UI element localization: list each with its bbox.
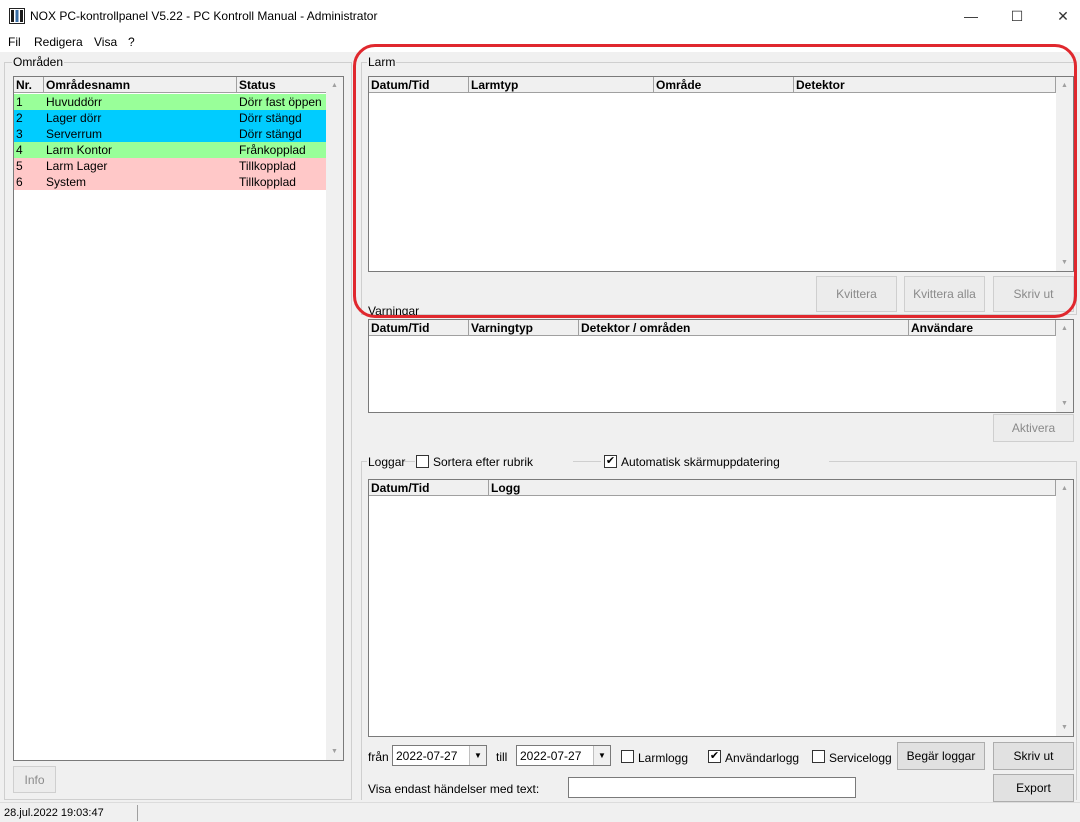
column-header-datetime[interactable]: Datum/Tid <box>369 480 489 496</box>
request-logs-button[interactable]: Begär loggar <box>897 742 985 770</box>
status-bar: 28.jul.2022 19:03:47 <box>0 802 1080 822</box>
column-header-detector-areas[interactable]: Detektor / områden <box>579 320 909 336</box>
logs-group-label: Loggar <box>368 455 406 469</box>
areas-table-header: Nr. Områdesnamn Status <box>14 77 328 93</box>
dropdown-arrow-icon[interactable]: ▼ <box>469 746 486 765</box>
areas-group-label: Områden <box>12 55 65 69</box>
cell-area-name: System <box>46 175 87 189</box>
cell-area-name: Huvuddörr <box>46 95 103 109</box>
column-header-log[interactable]: Logg <box>489 480 1056 496</box>
info-button[interactable]: Info <box>13 766 56 793</box>
window-title: NOX PC-kontrollpanel V5.22 - PC Kontroll… <box>30 9 378 23</box>
close-button[interactable]: ✕ <box>1040 0 1080 32</box>
logs-table-header: Datum/Tid Logg <box>369 480 1056 496</box>
status-datetime: 28.jul.2022 19:03:47 <box>4 807 104 819</box>
service-log-label: Servicelogg <box>829 751 892 765</box>
export-button[interactable]: Export <box>993 774 1074 802</box>
scroll-up-icon[interactable]: ▲ <box>1056 480 1073 497</box>
user-log-label: Användarlogg <box>725 751 800 765</box>
dropdown-arrow-icon[interactable]: ▼ <box>593 746 610 765</box>
cell-nr: 4 <box>16 143 23 157</box>
cell-status: Dörr stängd <box>239 111 302 125</box>
cell-area-name: Lager dörr <box>46 111 102 125</box>
table-row[interactable]: 6 System Tillkopplad <box>14 174 328 190</box>
highlight-annotation <box>353 44 1077 318</box>
column-header-status[interactable]: Status <box>237 77 328 93</box>
scroll-up-icon[interactable]: ▲ <box>326 77 343 94</box>
cell-status: Tillkopplad <box>239 175 296 189</box>
cell-status: Dörr fast öppen <box>239 95 322 109</box>
to-label: till <box>496 750 508 764</box>
to-date-value: 2022-07-27 <box>520 749 582 763</box>
table-row[interactable]: 4 Larm Kontor Frånkopplad <box>14 142 328 158</box>
table-row[interactable]: 1 Huvuddörr Dörr fast öppen <box>14 94 328 110</box>
sort-by-header-label: Sortera efter rubrik <box>433 455 534 469</box>
from-label: från <box>368 750 389 764</box>
logs-border-seg <box>829 461 1077 462</box>
column-header-area-name[interactable]: Områdesnamn <box>44 77 237 93</box>
check-mark-icon: ✔ <box>605 455 616 467</box>
app-icon <box>9 8 25 24</box>
cell-nr: 1 <box>16 95 23 109</box>
table-row[interactable]: 2 Lager dörr Dörr stängd <box>14 110 328 126</box>
scroll-down-icon[interactable]: ▼ <box>326 743 343 760</box>
cell-status: Tillkopplad <box>239 159 296 173</box>
cell-area-name: Serverrum <box>46 127 103 141</box>
column-header-user[interactable]: Användare <box>909 320 1056 336</box>
log-print-button[interactable]: Skriv ut <box>993 742 1074 770</box>
alarm-log-label: Larmlogg <box>638 751 689 765</box>
sort-by-header-checkbox[interactable] <box>416 455 429 468</box>
scroll-down-icon[interactable]: ▼ <box>1056 719 1073 736</box>
logs-table[interactable]: Datum/Tid Logg ▲ ▼ <box>368 479 1074 737</box>
cell-status: Dörr stängd <box>239 127 302 141</box>
menu-view[interactable]: Visa <box>94 35 117 49</box>
filter-text-input[interactable] <box>568 777 856 798</box>
logs-border-seg <box>573 461 601 462</box>
filter-text-label: Visa endast händelser med text: <box>368 782 540 796</box>
cell-nr: 6 <box>16 175 23 189</box>
areas-scrollbar[interactable]: ▲ ▼ <box>326 77 343 760</box>
from-date-value: 2022-07-27 <box>396 749 458 763</box>
column-header-nr[interactable]: Nr. <box>14 77 44 93</box>
service-log-checkbox[interactable] <box>812 750 825 763</box>
menu-file[interactable]: Fil <box>8 35 21 49</box>
auto-update-label: Automatisk skärmuppdatering <box>621 455 780 469</box>
scroll-up-icon[interactable]: ▲ <box>1056 320 1073 337</box>
status-separator <box>137 805 138 821</box>
logs-border-seg <box>361 461 367 462</box>
warnings-table-header: Datum/Tid Varningtyp Detektor / områden … <box>369 320 1056 336</box>
cell-nr: 2 <box>16 111 23 125</box>
warnings-table[interactable]: Datum/Tid Varningtyp Detektor / områden … <box>368 319 1074 413</box>
from-date-picker[interactable]: 2022-07-27 ▼ <box>392 745 487 766</box>
logs-scrollbar[interactable]: ▲ ▼ <box>1056 480 1073 736</box>
column-header-warning-type[interactable]: Varningtyp <box>469 320 579 336</box>
cell-nr: 3 <box>16 127 23 141</box>
activate-button[interactable]: Aktivera <box>993 414 1074 442</box>
cell-status: Frånkopplad <box>239 143 306 157</box>
menu-edit[interactable]: Redigera <box>34 35 83 49</box>
table-row[interactable]: 5 Larm Lager Tillkopplad <box>14 158 328 174</box>
table-row[interactable]: 3 Serverrum Dörr stängd <box>14 126 328 142</box>
cell-nr: 5 <box>16 159 23 173</box>
areas-table[interactable]: Nr. Områdesnamn Status 1 Huvuddörr Dörr fa… <box>13 76 344 761</box>
auto-update-checkbox[interactable]: ✔ <box>604 455 617 468</box>
cell-area-name: Larm Lager <box>46 159 108 173</box>
cell-area-name: Larm Kontor <box>46 143 113 157</box>
to-date-picker[interactable]: 2022-07-27 ▼ <box>516 745 611 766</box>
menu-help[interactable]: ? <box>128 35 135 49</box>
check-mark-icon: ✔ <box>709 750 720 762</box>
alarm-log-checkbox[interactable] <box>621 750 634 763</box>
column-header-datetime[interactable]: Datum/Tid <box>369 320 469 336</box>
title-bar: NOX PC-kontrollpanel V5.22 - PC Kontroll… <box>0 0 1080 32</box>
warnings-scrollbar[interactable]: ▲ ▼ <box>1056 320 1073 412</box>
user-log-checkbox[interactable]: ✔ <box>708 750 721 763</box>
minimize-button[interactable]: — <box>948 0 994 32</box>
maximize-button[interactable]: ☐ <box>994 0 1040 32</box>
scroll-down-icon[interactable]: ▼ <box>1056 395 1073 412</box>
